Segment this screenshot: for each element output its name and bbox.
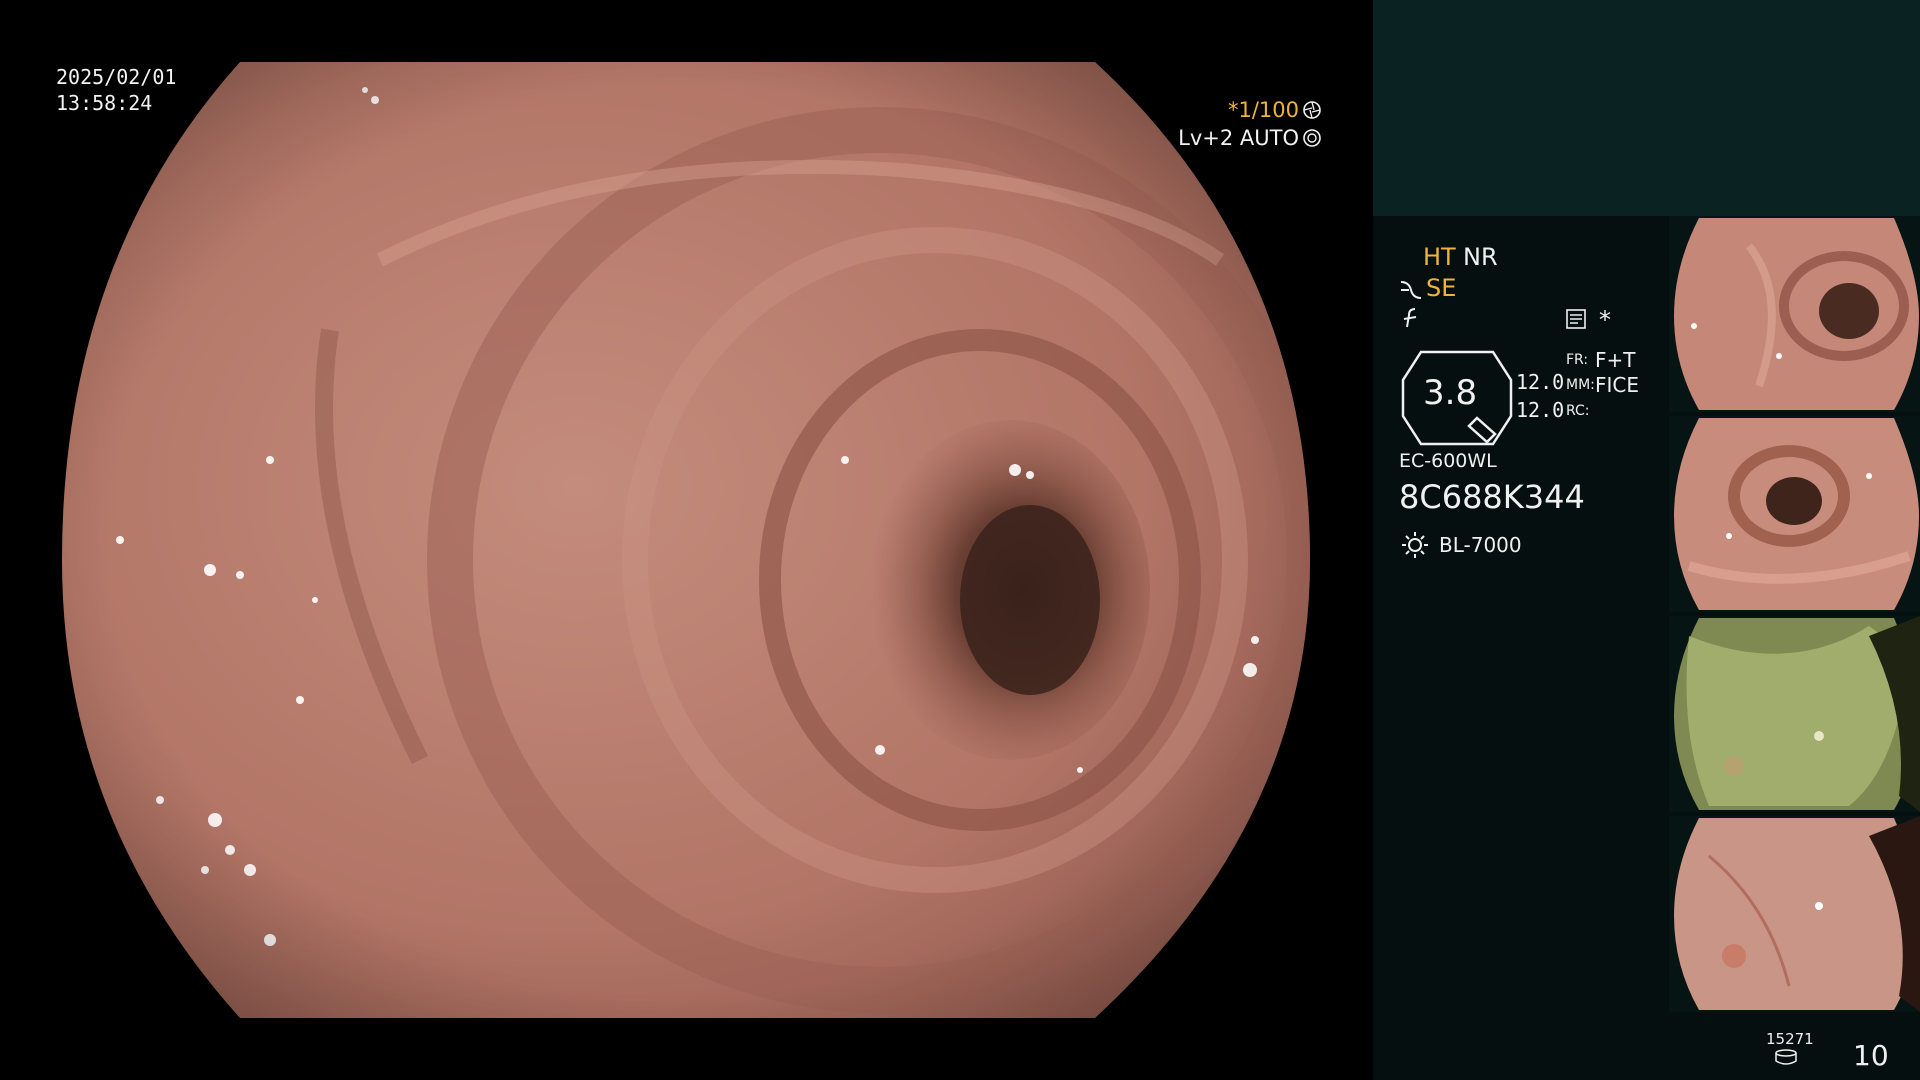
page-number: 10 — [1853, 1039, 1889, 1072]
asterisk-indicator: * — [1599, 306, 1611, 334]
thumbnail-3-image — [1674, 616, 1920, 812]
thumbnail-2[interactable] — [1669, 416, 1920, 612]
time-readout: 13:58:24 — [56, 91, 153, 115]
iris-level-readout: Lv+2 AUTO — [1178, 126, 1322, 150]
slash-f-icon — [1403, 308, 1417, 328]
scope-bend-icon — [1400, 281, 1422, 299]
date-readout: 2025/02/01 — [56, 65, 177, 89]
thumbnail-4[interactable] — [1669, 816, 1920, 1012]
light-source-icon — [1402, 532, 1428, 558]
status-block — [1373, 216, 1669, 1080]
endoscopy-screen: 2025/02/01 13:58:24 *1/100 Lv+2 AUTO HT … — [0, 0, 1920, 1080]
endoscope-image — [62, 62, 1310, 1018]
fr-value: F+T — [1595, 348, 1636, 372]
thumbnail-4-image — [1674, 816, 1920, 1012]
light-source-model: BL-7000 — [1439, 533, 1522, 557]
mm-value: FICE — [1595, 373, 1640, 397]
storage-icon — [1775, 1049, 1797, 1065]
record-settings-icon — [1566, 309, 1586, 329]
thumbnail-1-image — [1674, 218, 1919, 410]
nr-indicator: NR — [1463, 243, 1498, 271]
endoscope-live-view: 2025/02/01 13:58:24 *1/100 Lv+2 AUTO — [0, 0, 1372, 1080]
value-readout-1: 12.0 — [1516, 370, 1565, 394]
magnification-value: 3.8 — [1423, 373, 1478, 413]
value-readout-2: 12.0 — [1516, 398, 1565, 422]
shutter-speed: *1/100 — [1227, 98, 1299, 122]
iris-icon — [1303, 129, 1321, 147]
capture-count: 15271 — [1766, 1030, 1814, 1048]
captured-thumbnails — [1669, 216, 1920, 1016]
thumbnail-1[interactable] — [1669, 216, 1920, 412]
aperture-icon — [1303, 101, 1321, 119]
iris-level: Lv+2 AUTO — [1178, 126, 1299, 150]
thumbnail-2-image — [1674, 418, 1919, 610]
ht-indicator: HT — [1423, 243, 1456, 271]
scope-model: EC-600WL — [1399, 450, 1497, 472]
scope-serial-number: 8C688K344 — [1399, 478, 1585, 516]
shutter-readout: *1/100 — [1228, 98, 1322, 122]
mm-label: MM: — [1566, 377, 1595, 393]
thumbnail-3[interactable] — [1669, 616, 1920, 812]
se-indicator: SE — [1426, 274, 1457, 302]
rc-label: RC: — [1566, 403, 1590, 419]
fr-label: FR: — [1566, 352, 1589, 368]
preview-strip — [1373, 0, 1920, 216]
